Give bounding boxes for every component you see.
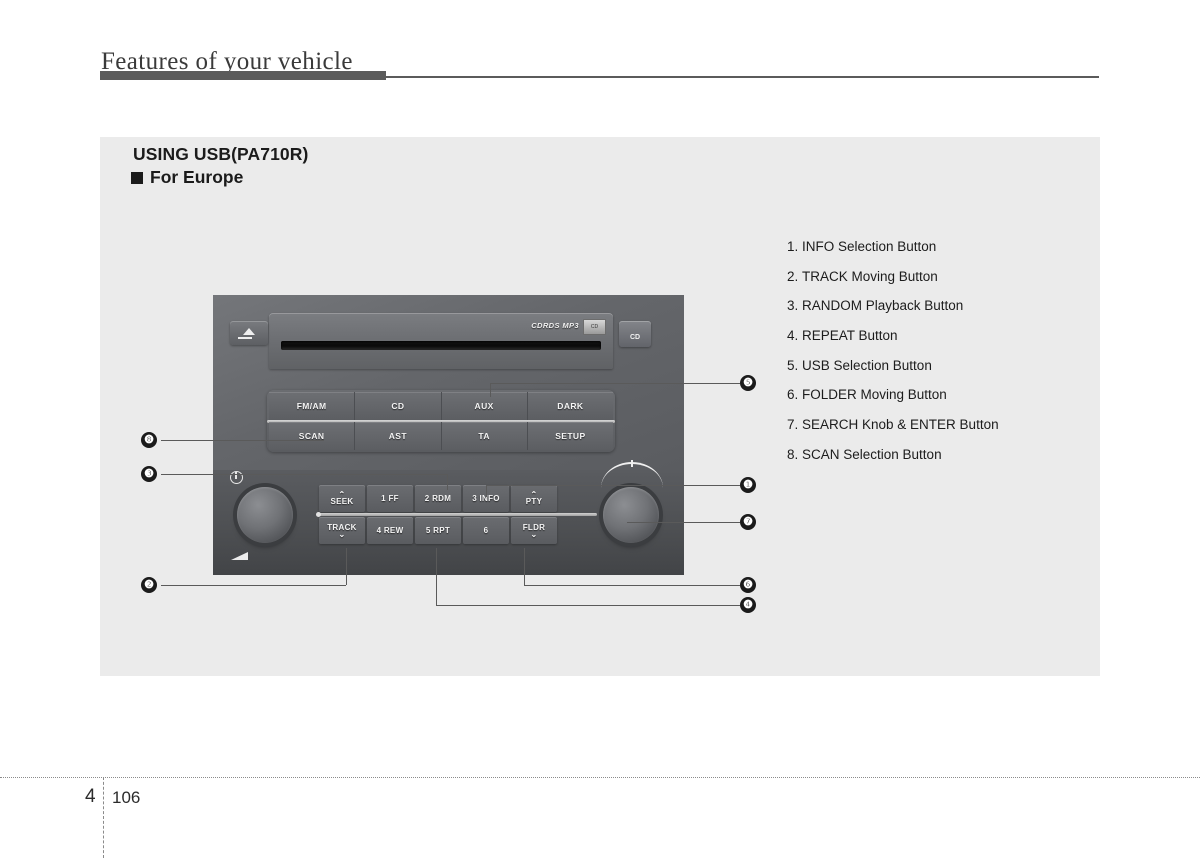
footer-page-number: 106: [112, 788, 141, 807]
leader-line-8: [161, 440, 324, 441]
callout-8: ❽: [141, 432, 157, 448]
legend-item-number: 8.: [787, 446, 799, 462]
button-pty-label: PTY: [525, 496, 543, 506]
callout-3: ❸: [141, 466, 157, 482]
callout-2: ❷: [141, 577, 157, 593]
button-preset-6[interactable]: 6: [463, 517, 509, 544]
button-ta[interactable]: TA: [441, 422, 528, 450]
leader-line-3-vertical: [447, 474, 448, 490]
legend-item-label: SEARCH Knob & ENTER Button: [802, 417, 999, 433]
function-key-divider: [319, 513, 597, 516]
cd-faceplate: CDRDS MP3 CD: [269, 313, 613, 369]
legend-item-label: FOLDER Moving Button: [802, 387, 947, 403]
legend-item-number: 5.: [787, 357, 799, 373]
leader-line-4-horizontal: [436, 605, 740, 606]
legend-item-label: USB Selection Button: [802, 357, 932, 373]
page-header: Features of your vehicle: [0, 0, 1200, 95]
list-item: 5. USB Selection Button: [787, 357, 1087, 373]
button-scan[interactable]: SCAN: [269, 422, 356, 450]
leader-line-1-horizontal: [486, 485, 740, 486]
eject-icon: [243, 328, 255, 335]
leader-line-7: [627, 522, 740, 523]
square-bullet-icon: [131, 171, 143, 184]
button-folder-down[interactable]: FLDR ⌄: [511, 517, 557, 544]
cd-media-format-label: CDRDS MP3: [531, 321, 579, 330]
button-preset-2-rdm[interactable]: 2 RDM: [415, 485, 461, 512]
content-panel: USING USB(PA710R) For Europe 1. INFO Sele…: [100, 137, 1100, 676]
subsection-label: For Europe: [150, 167, 244, 187]
button-ast[interactable]: AST: [355, 422, 442, 450]
cd-source-button[interactable]: CD: [619, 321, 651, 347]
search-knob-arc-tick: [631, 460, 633, 467]
eject-icon-bar: [238, 337, 252, 339]
list-item: 8. SCAN Selection Button: [787, 446, 1087, 462]
subsection-row: For Europe: [131, 167, 243, 188]
callout-5: ❺: [740, 375, 756, 391]
leader-line-6-horizontal: [524, 585, 740, 586]
main-button-row-bottom: SCAN AST TA SETUP: [269, 422, 613, 450]
button-fm-am[interactable]: FM/AM: [269, 392, 356, 420]
button-setup[interactable]: SETUP: [527, 422, 613, 450]
button-pty-up[interactable]: ⌃ PTY: [511, 485, 557, 512]
callout-6: ❻: [740, 577, 756, 593]
header-rule-thin: [386, 76, 1099, 78]
button-preset-5-rpt[interactable]: 5 RPT: [415, 517, 461, 544]
button-cd[interactable]: CD: [355, 392, 442, 420]
power-volume-knob[interactable]: [237, 487, 293, 543]
legend-item-label: INFO Selection Button: [802, 239, 937, 254]
callout-1: ❶: [740, 477, 756, 493]
button-seek-up[interactable]: ⌃ SEEK: [319, 485, 365, 512]
legend-item-number: 6.: [787, 387, 799, 403]
header-rule-thick: [100, 71, 386, 80]
leader-line-1-vertical: [486, 485, 487, 497]
button-track-down[interactable]: TRACK ⌄: [319, 517, 365, 544]
cd-insert-slot: [281, 341, 601, 350]
list-item: 3. RANDOM Playback Button: [787, 299, 1087, 313]
legend-item-label: TRACK Moving Button: [802, 268, 938, 284]
callout-4: ❹: [740, 597, 756, 613]
leader-line-2-horizontal: [161, 585, 346, 586]
button-preset-1-ff[interactable]: 1 FF: [367, 485, 413, 512]
main-button-block: FM/AM CD AUX DARK SCAN AST TA SETUP: [267, 390, 615, 452]
leader-line-3-horizontal: [161, 474, 447, 475]
volume-level-triangle-icon: [231, 552, 248, 560]
radio-head-unit-illustration: CDRDS MP3 CD CD FM/AM CD AUX DARK SCAN A…: [213, 295, 684, 575]
eject-button[interactable]: [230, 321, 268, 345]
footer-dotted-rule: [0, 777, 1200, 778]
legend-item-number: 3.: [787, 298, 799, 314]
list-item: 6. FOLDER Moving Button: [787, 388, 1087, 402]
chevron-down-icon: ⌄: [338, 529, 346, 539]
list-item: 1. INFO Selection Button: [787, 240, 1087, 254]
button-preset-4-rew[interactable]: 4 REW: [367, 517, 413, 544]
legend-item-label: REPEAT Button: [802, 328, 898, 344]
list-item: 2. TRACK Moving Button: [787, 268, 1087, 284]
list-item: 7. SEARCH Knob & ENTER Button: [787, 418, 1087, 432]
leader-line-6-vertical: [524, 548, 525, 585]
button-seek-up-label: SEEK: [330, 496, 354, 506]
button-dark[interactable]: DARK: [527, 392, 613, 420]
section-heading: USING USB(PA710R): [133, 144, 309, 164]
legend-item-number: 2.: [787, 268, 799, 284]
leader-line-5-vertical: [490, 383, 491, 397]
footer-vertical-rule: [103, 777, 104, 858]
search-enter-knob[interactable]: [603, 487, 659, 543]
leader-line-5-horizontal: [490, 383, 740, 384]
legend-item-number: 7.: [787, 417, 799, 433]
legend-item-number: 1.: [787, 239, 799, 254]
power-icon: [230, 471, 243, 484]
legend-item-label: RANDOM Playback Button: [802, 298, 964, 314]
legend-item-label: SCAN Selection Button: [802, 446, 942, 462]
leader-line-2-vertical: [346, 548, 347, 585]
chevron-down-icon: ⌄: [530, 529, 538, 539]
legend-list: 1. INFO Selection Button 2. TRACK Moving B…: [787, 240, 1087, 478]
main-button-row-top: FM/AM CD AUX DARK: [269, 392, 613, 420]
list-item: 4. REPEAT Button: [787, 329, 1087, 343]
leader-line-4-vertical: [436, 548, 437, 605]
callout-7: ❼: [740, 514, 756, 530]
compact-disc-logo-icon: CD: [583, 319, 606, 335]
footer-chapter-number: 4: [85, 786, 96, 807]
legend-item-number: 4.: [787, 328, 799, 344]
button-aux[interactable]: AUX: [441, 392, 528, 420]
